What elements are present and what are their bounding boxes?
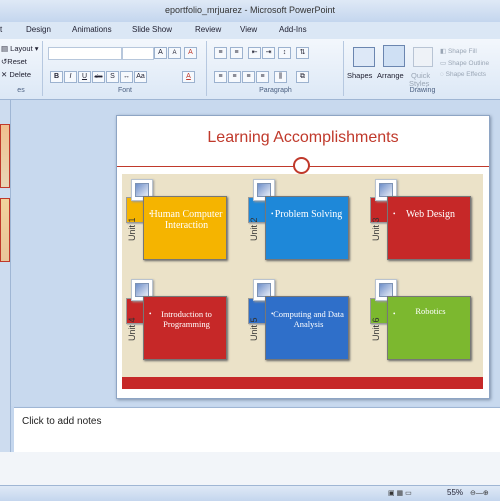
title-bar: eportfolio_mrjuarez - Microsoft PowerPoi…: [0, 0, 500, 23]
slide-thumbnail[interactable]: [0, 124, 10, 188]
layout-label: Layout: [10, 44, 33, 53]
align-left-icon[interactable]: ≡: [214, 71, 227, 83]
unit-card[interactable]: • Web Design: [387, 196, 471, 260]
unit-card-text: Introduction to Programming: [161, 309, 212, 329]
align-right-icon[interactable]: ≡: [242, 71, 255, 83]
notes-placeholder[interactable]: Click to add notes: [22, 416, 102, 427]
tab-animations[interactable]: Animations: [72, 25, 112, 34]
ribbon-tabs: t Design Animations Slide Show Review Vi…: [0, 22, 500, 39]
reset-label: Reset: [7, 57, 27, 66]
arrange-button[interactable]: Arrange: [377, 71, 404, 80]
footer-bar: [122, 377, 483, 389]
bullets-icon[interactable]: ≡: [214, 47, 227, 59]
font-color-button[interactable]: A: [182, 71, 195, 83]
delete-label: Delete: [9, 70, 32, 79]
decrease-indent-icon[interactable]: ⇤: [248, 47, 261, 59]
increase-indent-icon[interactable]: ⇥: [262, 47, 275, 59]
unit-label: Unit 3: [371, 217, 381, 241]
unit-label: Unit 2: [249, 217, 259, 241]
tab-insert[interactable]: t: [0, 25, 2, 34]
unit-card-text: Web Design: [406, 209, 455, 220]
shape-fill-button[interactable]: ◧ Shape Fill: [440, 47, 477, 55]
char-spacing-button[interactable]: ↔: [120, 71, 133, 83]
drawing-group-label: Drawing: [409, 87, 436, 94]
shape-outline-label: Shape Outline: [447, 60, 490, 67]
reset-button[interactable]: ↺Reset: [1, 57, 27, 66]
text-direction-icon[interactable]: ⇅: [296, 47, 309, 59]
unit-card[interactable]: • Robotics: [387, 296, 471, 360]
layout-button[interactable]: ▤ Layout ▾: [1, 44, 39, 53]
slide-thumbnail[interactable]: [0, 198, 10, 262]
shadow-button[interactable]: S: [106, 71, 119, 83]
ribbon: ▤ Layout ▾ ↺Reset ✕ Delete es A A A B I …: [0, 39, 500, 100]
slides-group-label: es: [17, 87, 25, 94]
unit-card[interactable]: • Introduction to Programming: [143, 296, 227, 360]
tab-view[interactable]: View: [240, 25, 257, 34]
shapes-icon[interactable]: [353, 47, 375, 67]
tab-design[interactable]: Design: [26, 25, 51, 34]
slide-canvas[interactable]: Learning Accomplishments Unit 1 • Human …: [116, 115, 490, 399]
unit-card-text: Robotics: [415, 306, 446, 316]
arrange-icon[interactable]: [383, 45, 405, 67]
font-group: A A A B I U abc S ↔ Aa A Font: [44, 41, 207, 96]
unit-label: Unit 4: [127, 317, 137, 341]
strikethrough-button[interactable]: abc: [92, 71, 105, 83]
tab-add-ins[interactable]: Add-Ins: [279, 25, 307, 34]
slides-group: ▤ Layout ▾ ↺Reset ✕ Delete es: [0, 41, 43, 96]
tab-review[interactable]: Review: [195, 25, 221, 34]
columns-icon[interactable]: ⫼: [274, 71, 287, 83]
shrink-font-button[interactable]: A: [168, 47, 181, 59]
font-name-combo[interactable]: [48, 47, 122, 60]
zoom-level[interactable]: 55%: [447, 488, 463, 497]
font-size-combo[interactable]: [122, 47, 154, 60]
paragraph-group: ≡ ≡ ⇤ ⇥ ↕ ⇅ ≡ ≡ ≡ ≡ ⫼ ⧉ Paragraph: [208, 41, 344, 96]
paragraph-group-label: Paragraph: [259, 87, 292, 94]
tab-slide-show[interactable]: Slide Show: [132, 25, 172, 34]
quick-styles-icon[interactable]: [413, 47, 433, 67]
unit-card[interactable]: • Problem Solving: [265, 196, 349, 260]
title-circle-ornament: [293, 157, 310, 174]
delete-button[interactable]: ✕ Delete: [1, 70, 31, 79]
window-title: eportfolio_mrjuarez - Microsoft PowerPoi…: [164, 5, 336, 15]
unit-card-text: Problem Solving: [274, 209, 343, 220]
status-bar: ▣ ▦ ▭ 55% ⊖—⊕: [0, 485, 500, 501]
unit-card[interactable]: • Human Computer Interaction: [143, 196, 227, 260]
view-buttons[interactable]: ▣ ▦ ▭: [388, 489, 412, 497]
change-case-button[interactable]: Aa: [134, 71, 147, 83]
align-center-icon[interactable]: ≡: [228, 71, 241, 83]
notes-pane[interactable]: Click to add notes: [14, 407, 500, 453]
unit-label: Unit 5: [249, 317, 259, 341]
slides-pane[interactable]: [0, 100, 11, 500]
unit-label: Unit 6: [371, 317, 381, 341]
numbering-icon[interactable]: ≡: [230, 47, 243, 59]
drawing-group: Shapes Arrange Quick Styles ◧ Shape Fill…: [345, 41, 500, 96]
slide-title[interactable]: Learning Accomplishments: [117, 129, 489, 147]
unit-label: Unit 1: [127, 217, 137, 241]
zoom-slider[interactable]: ⊖—⊕: [470, 489, 489, 497]
shape-outline-button[interactable]: ▭ Shape Outline: [440, 59, 489, 67]
shapes-button[interactable]: Shapes: [347, 71, 372, 80]
unit-card[interactable]: • Computing and Data Analysis: [265, 296, 349, 360]
italic-button[interactable]: I: [64, 71, 77, 83]
justify-icon[interactable]: ≡: [256, 71, 269, 83]
underline-button[interactable]: U: [78, 71, 91, 83]
shape-effects-label: Shape Effects: [445, 71, 487, 78]
shape-effects-button[interactable]: ◌ Shape Effects: [440, 71, 486, 78]
unit-card-text: Computing and Data Analysis: [273, 309, 344, 329]
smartart-icon[interactable]: ⧉: [296, 71, 309, 83]
unit-card-text: Human Computer Interaction: [150, 209, 223, 231]
clear-format-button[interactable]: A: [184, 47, 197, 59]
font-group-label: Font: [117, 87, 132, 94]
bold-button[interactable]: B: [50, 71, 63, 83]
grow-font-button[interactable]: A: [154, 47, 167, 59]
shape-fill-label: Shape Fill: [447, 48, 477, 55]
line-spacing-icon[interactable]: ↕: [278, 47, 291, 59]
